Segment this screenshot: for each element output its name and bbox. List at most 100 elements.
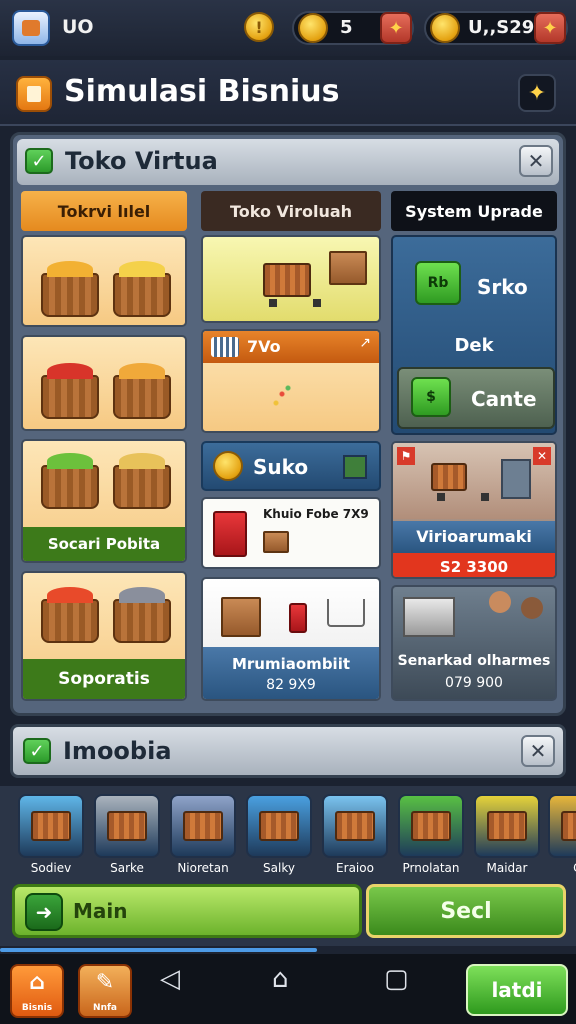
basket-icon — [113, 363, 171, 419]
barcode-icon — [211, 337, 239, 357]
shop-title: Virioarumaki — [393, 521, 555, 553]
cante-button[interactable]: $ Cante — [397, 367, 555, 429]
document-icon — [16, 76, 52, 112]
item-image — [398, 794, 464, 858]
home-icon[interactable]: ⌂ — [272, 964, 289, 994]
house-icon: ⌂ — [29, 970, 45, 995]
notes-app-label: Nnfa — [93, 1003, 117, 1013]
checkbox-icon[interactable] — [343, 455, 367, 479]
money-coin-icon — [430, 13, 460, 43]
store-panel-header: ✓ Toko Virtua ✕ — [17, 139, 559, 185]
shelf-item[interactable]: Eraioo — [322, 794, 388, 878]
sparkles-icon — [267, 379, 297, 409]
expand-arrow-icon[interactable]: ↗ — [359, 335, 371, 351]
store-items-title: Mrumiaombiit — [231, 655, 351, 673]
fobe-tile[interactable]: Khuio Fobe 7X9 — [201, 497, 381, 569]
shelf-item[interactable]: Prnolatan — [398, 794, 464, 878]
basket-icon — [335, 811, 375, 841]
business-app-button[interactable]: ⌂ Bisnis — [10, 964, 64, 1018]
item-image — [548, 794, 576, 858]
computer-icon — [403, 597, 455, 637]
item-image — [322, 794, 388, 858]
store-panel: ✓ Toko Virtua ✕ Tokrvi lılel Toko Virolu… — [10, 132, 566, 716]
shelf-item[interactable]: Nioretan — [170, 794, 236, 878]
banner-tile[interactable]: 7Vo ↗ — [201, 329, 381, 433]
item-image — [246, 794, 312, 858]
fruit-basket-tile[interactable]: Socari Pobita pioes — [21, 439, 187, 563]
inventory-title: Imoobia — [63, 737, 172, 765]
tab-column-1[interactable]: Tokrvi lılel — [21, 191, 187, 231]
notes-app-button[interactable]: ✎ Nnfa — [78, 964, 132, 1018]
suko-tile[interactable]: Suko — [201, 441, 381, 491]
workers-tile[interactable]: Senarkad olharmes 079 900 — [391, 585, 557, 701]
business-app-label: Bisnis — [21, 1003, 53, 1013]
bag-icon — [289, 603, 307, 633]
check-icon[interactable]: ✓ — [25, 148, 53, 174]
close-icon[interactable]: ✕ — [533, 447, 551, 465]
item-image — [18, 794, 84, 858]
shelf-item[interactable]: Sodiev — [18, 794, 84, 878]
secondary-button[interactable]: Secl — [366, 884, 566, 938]
item-label: Salky — [263, 861, 295, 875]
basket-icon — [183, 811, 223, 841]
gift-box-icon — [213, 511, 247, 557]
tab-column-2[interactable]: Toko Viroluah — [201, 191, 381, 231]
box-icon — [329, 251, 367, 285]
alert-coin-icon[interactable]: ! — [244, 12, 274, 42]
banner-title: 7Vo — [247, 337, 281, 356]
srko-label: Srko — [477, 275, 528, 299]
store-items-value: 82 9X9 — [266, 677, 316, 693]
check-icon[interactable]: ✓ — [23, 738, 51, 764]
basket-icon — [113, 587, 171, 643]
money-counter: U,,S29 ✦ — [424, 11, 568, 45]
close-button[interactable]: ✕ — [519, 145, 553, 177]
basket-icon — [259, 811, 299, 841]
item-label: Eraioo — [336, 861, 374, 875]
basket-icon — [41, 587, 99, 643]
shelf-item[interactable]: Co — [548, 794, 576, 878]
dek-label: Dek — [454, 335, 494, 356]
basket-icon — [41, 261, 99, 317]
back-icon[interactable]: ◁ — [160, 964, 180, 994]
fruit-basket-tile[interactable] — [21, 335, 187, 431]
fruit-basket-tile[interactable]: Soporatis — [21, 571, 187, 701]
pencil-icon: ✎ — [95, 970, 115, 995]
shelf-item[interactable]: Sarke — [94, 794, 160, 878]
person-icon — [521, 597, 543, 619]
close-button[interactable]: ✕ — [521, 735, 555, 767]
shopping-cart-tile[interactable] — [201, 235, 381, 323]
coin-icon — [298, 13, 328, 43]
progress-fill — [0, 948, 317, 952]
inventory-header: ✓ Imoobia ✕ — [10, 724, 566, 778]
basket-icon — [411, 811, 451, 841]
fruit-basket-tile[interactable] — [21, 235, 187, 327]
recent-apps-icon[interactable]: ▢ — [384, 964, 409, 994]
item-image — [474, 794, 540, 858]
arrow-right-icon: ➜ — [25, 893, 63, 931]
tab-column-3[interactable]: System Uprade — [391, 191, 557, 231]
upgrade-tile[interactable]: Rb Srko Dek $ Cante — [391, 235, 557, 435]
sparkle-button[interactable]: ✦ — [518, 74, 556, 112]
green-action-button[interactable]: latdi — [466, 964, 568, 1016]
add-coins-button[interactable]: ✦ — [380, 12, 412, 44]
app-logo-icon[interactable] — [12, 10, 50, 46]
shop-upgrade-tile[interactable]: ⚑ ✕ Virioarumaki S2 3300 — [391, 441, 557, 579]
cart-icon — [263, 263, 321, 307]
progress-bar — [0, 946, 576, 954]
add-money-button[interactable]: ✦ — [534, 12, 566, 44]
basket-icon — [41, 363, 99, 419]
cash-icon: Rb — [415, 261, 461, 305]
shelf-item[interactable]: Maidar — [474, 794, 540, 878]
tile-label: Soporatis — [23, 659, 185, 699]
workers-value: 079 900 — [445, 675, 503, 691]
basket-icon — [487, 811, 527, 841]
title-bar: Simulasi Bisnius ✦ — [0, 60, 576, 126]
store-items-tile[interactable]: Mrumiaombiit 82 9X9 — [201, 577, 381, 701]
machine-icon — [501, 459, 531, 499]
money-value: U,,S29 — [468, 17, 535, 38]
flag-icon: ⚑ — [397, 447, 415, 465]
tile-label: Socari Pobita pioes — [23, 527, 185, 561]
shelf-item[interactable]: Salky — [246, 794, 312, 878]
main-button[interactable]: ➜ Main — [12, 884, 362, 938]
house-box-icon — [221, 597, 261, 637]
